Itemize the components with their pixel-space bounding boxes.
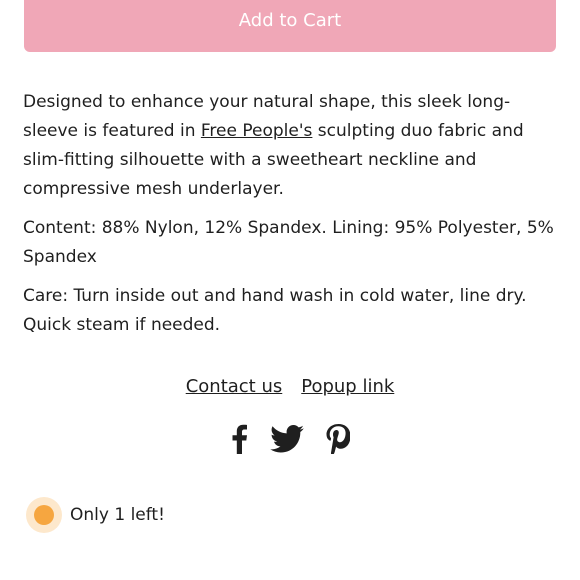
stock-indicator: Only 1 left! xyxy=(26,497,165,533)
contact-us-link[interactable]: Contact us xyxy=(186,376,283,397)
facebook-icon[interactable] xyxy=(230,424,248,454)
care-paragraph: Care: Turn inside out and hand wash in c… xyxy=(23,286,527,335)
add-to-cart-button[interactable]: Add to Cart xyxy=(24,0,556,52)
social-share xyxy=(0,424,580,454)
stock-text: Only 1 left! xyxy=(70,505,165,525)
product-description: Designed to enhance your natural shape, … xyxy=(23,88,557,350)
pinterest-icon[interactable] xyxy=(326,424,350,454)
description-paragraph: Designed to enhance your natural shape, … xyxy=(23,92,524,199)
stock-dot-icon xyxy=(26,497,62,533)
content-paragraph: Content: 88% Nylon, 12% Spandex. Lining:… xyxy=(23,218,554,267)
popup-link[interactable]: Popup link xyxy=(301,376,394,397)
brand-link[interactable]: Free People's xyxy=(201,121,313,141)
twitter-icon[interactable] xyxy=(270,425,304,453)
footer-links: Contact us Popup link xyxy=(0,376,580,397)
